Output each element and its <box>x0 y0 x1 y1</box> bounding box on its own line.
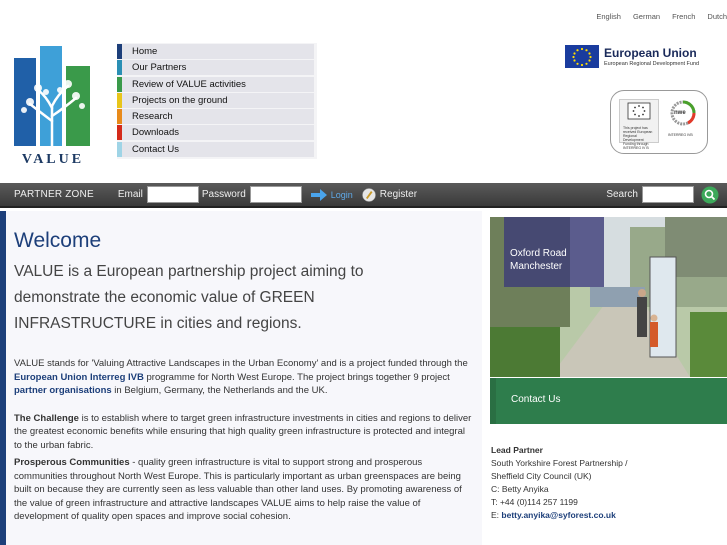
password-label: Password <box>201 189 246 200</box>
tree-logo-icon <box>14 46 90 148</box>
funding-text: This project has received European Regio… <box>623 126 653 150</box>
partner-organisations-link[interactable]: partner organisations <box>14 385 112 396</box>
eu-title: European Union <box>604 46 697 60</box>
lang-dutch[interactable]: Dutch <box>707 12 727 21</box>
intro-paragraph: VALUE stands for 'Valuing Attractive Lan… <box>14 357 474 398</box>
eu-banner[interactable]: European Union European Regional Develop… <box>565 45 699 68</box>
nav-item-projects[interactable]: Projects on the ground <box>117 92 314 108</box>
lang-french[interactable]: French <box>672 12 695 21</box>
arrow-right-icon[interactable] <box>310 188 327 201</box>
challenge-paragraph: The Challenge is to establish where to t… <box>14 412 474 453</box>
partner-line1: South Yorkshire Forest Partnership / <box>491 458 628 468</box>
login-button[interactable]: Login <box>331 190 353 200</box>
search-label: Search <box>606 189 638 200</box>
lead-partner-block: Lead Partner South Yorkshire Forest Part… <box>491 444 628 522</box>
partner-email-link[interactable]: betty.anyika@syforest.co.uk <box>501 510 615 520</box>
nwe-mark: nwe <box>674 110 686 116</box>
nwe-panel: nwe INTERREG IVB <box>664 99 702 143</box>
photo-caption: Oxford Road Manchester <box>504 217 604 287</box>
nav-item-contact[interactable]: Contact Us <box>117 141 314 157</box>
nav-item-label: Projects on the ground <box>132 94 228 106</box>
partner-contact: C: Betty Anyika <box>491 484 549 494</box>
interreg-label: INTERREG IVB <box>668 133 693 137</box>
nav-item-label: Contact Us <box>132 143 179 155</box>
lang-german[interactable]: German <box>633 12 660 21</box>
intro-text-b: programme for North West Europe. The pro… <box>143 371 450 383</box>
nav-color-bar <box>117 60 122 76</box>
password-field[interactable] <box>249 186 302 203</box>
nav-item-downloads[interactable]: Downloads <box>117 125 314 141</box>
nav-color-bar <box>117 92 122 108</box>
search-input[interactable] <box>642 186 694 203</box>
nav-item-research[interactable]: Research <box>117 109 314 125</box>
prosperous-paragraph: Prosperous Communities - quality green i… <box>14 456 474 524</box>
lead-text: VALUE is a European partnership project … <box>14 263 364 332</box>
challenge-text: is to establish where to target green in… <box>14 412 472 451</box>
nav-color-bar <box>117 44 122 59</box>
register-button[interactable]: Register <box>380 189 417 200</box>
partner-line2: Sheffield City Council (UK) <box>491 471 592 481</box>
page-title: Welcome <box>14 229 102 252</box>
main-nav: Home Our Partners Review of VALUE activi… <box>117 43 317 159</box>
contact-us-tile[interactable]: Contact Us <box>490 378 727 424</box>
intro-text-c: in Belgium, Germany, the Netherlands and… <box>111 385 328 396</box>
language-selector: English German French Dutch <box>596 12 727 21</box>
interreg-link[interactable]: European Union Interreg IVB <box>14 372 144 383</box>
nav-item-review[interactable]: Review of VALUE activities <box>117 76 314 92</box>
challenge-heading: The Challenge <box>14 412 79 424</box>
nav-item-label: Downloads <box>132 127 179 139</box>
nav-color-bar <box>117 109 122 125</box>
interreg-badge[interactable]: This project has received European Regio… <box>610 90 708 154</box>
nav-color-bar <box>117 76 122 92</box>
nav-color-bar <box>117 141 122 157</box>
photo-caption-line2: Manchester <box>510 261 563 272</box>
photo-caption-line1: Oxford Road <box>510 248 567 259</box>
intro-text-a: VALUE stands for 'Valuing Attractive Lan… <box>14 358 468 369</box>
partner-zone-bar: PARTNER ZONE Email Password Login Regist… <box>0 183 727 208</box>
register-icon[interactable] <box>362 187 376 202</box>
partner-phone: T: +44 (0)114 257 1199 <box>491 497 578 507</box>
nav-item-label: Research <box>132 111 173 123</box>
email-label: Email <box>117 189 143 200</box>
nav-item-home[interactable]: Home <box>117 44 314 59</box>
nav-item-label: Home <box>132 46 158 57</box>
email-field[interactable] <box>146 186 199 203</box>
partner-zone-label: PARTNER ZONE <box>14 189 94 200</box>
value-logo[interactable]: VALUE <box>12 46 94 172</box>
search-go-icon[interactable] <box>701 186 719 204</box>
eu-stars-icon <box>627 102 651 120</box>
lead-partner-heading: Lead Partner <box>491 445 543 455</box>
partner-email-line: E: betty.anyika@syforest.co.uk <box>491 509 628 522</box>
nav-color-bar <box>117 125 122 141</box>
eu-subtitle: European Regional Development Fund <box>604 61 700 67</box>
project-photo[interactable]: Oxford Road Manchester <box>490 217 727 377</box>
welcome-section: Welcome VALUE is a European partnership … <box>0 211 482 545</box>
nav-item-our-partners[interactable]: Our Partners <box>117 60 314 76</box>
nav-item-label: Review of VALUE activities <box>132 78 246 90</box>
lang-english[interactable]: English <box>596 12 621 21</box>
eu-funding-panel: This project has received European Regio… <box>619 99 659 150</box>
email-prefix: E: <box>491 510 502 520</box>
nav-item-label: Our Partners <box>132 62 187 74</box>
logo-caption: VALUE <box>21 152 85 167</box>
prosperous-heading: Prosperous Communities <box>14 457 130 468</box>
eu-flag-icon <box>565 45 599 68</box>
